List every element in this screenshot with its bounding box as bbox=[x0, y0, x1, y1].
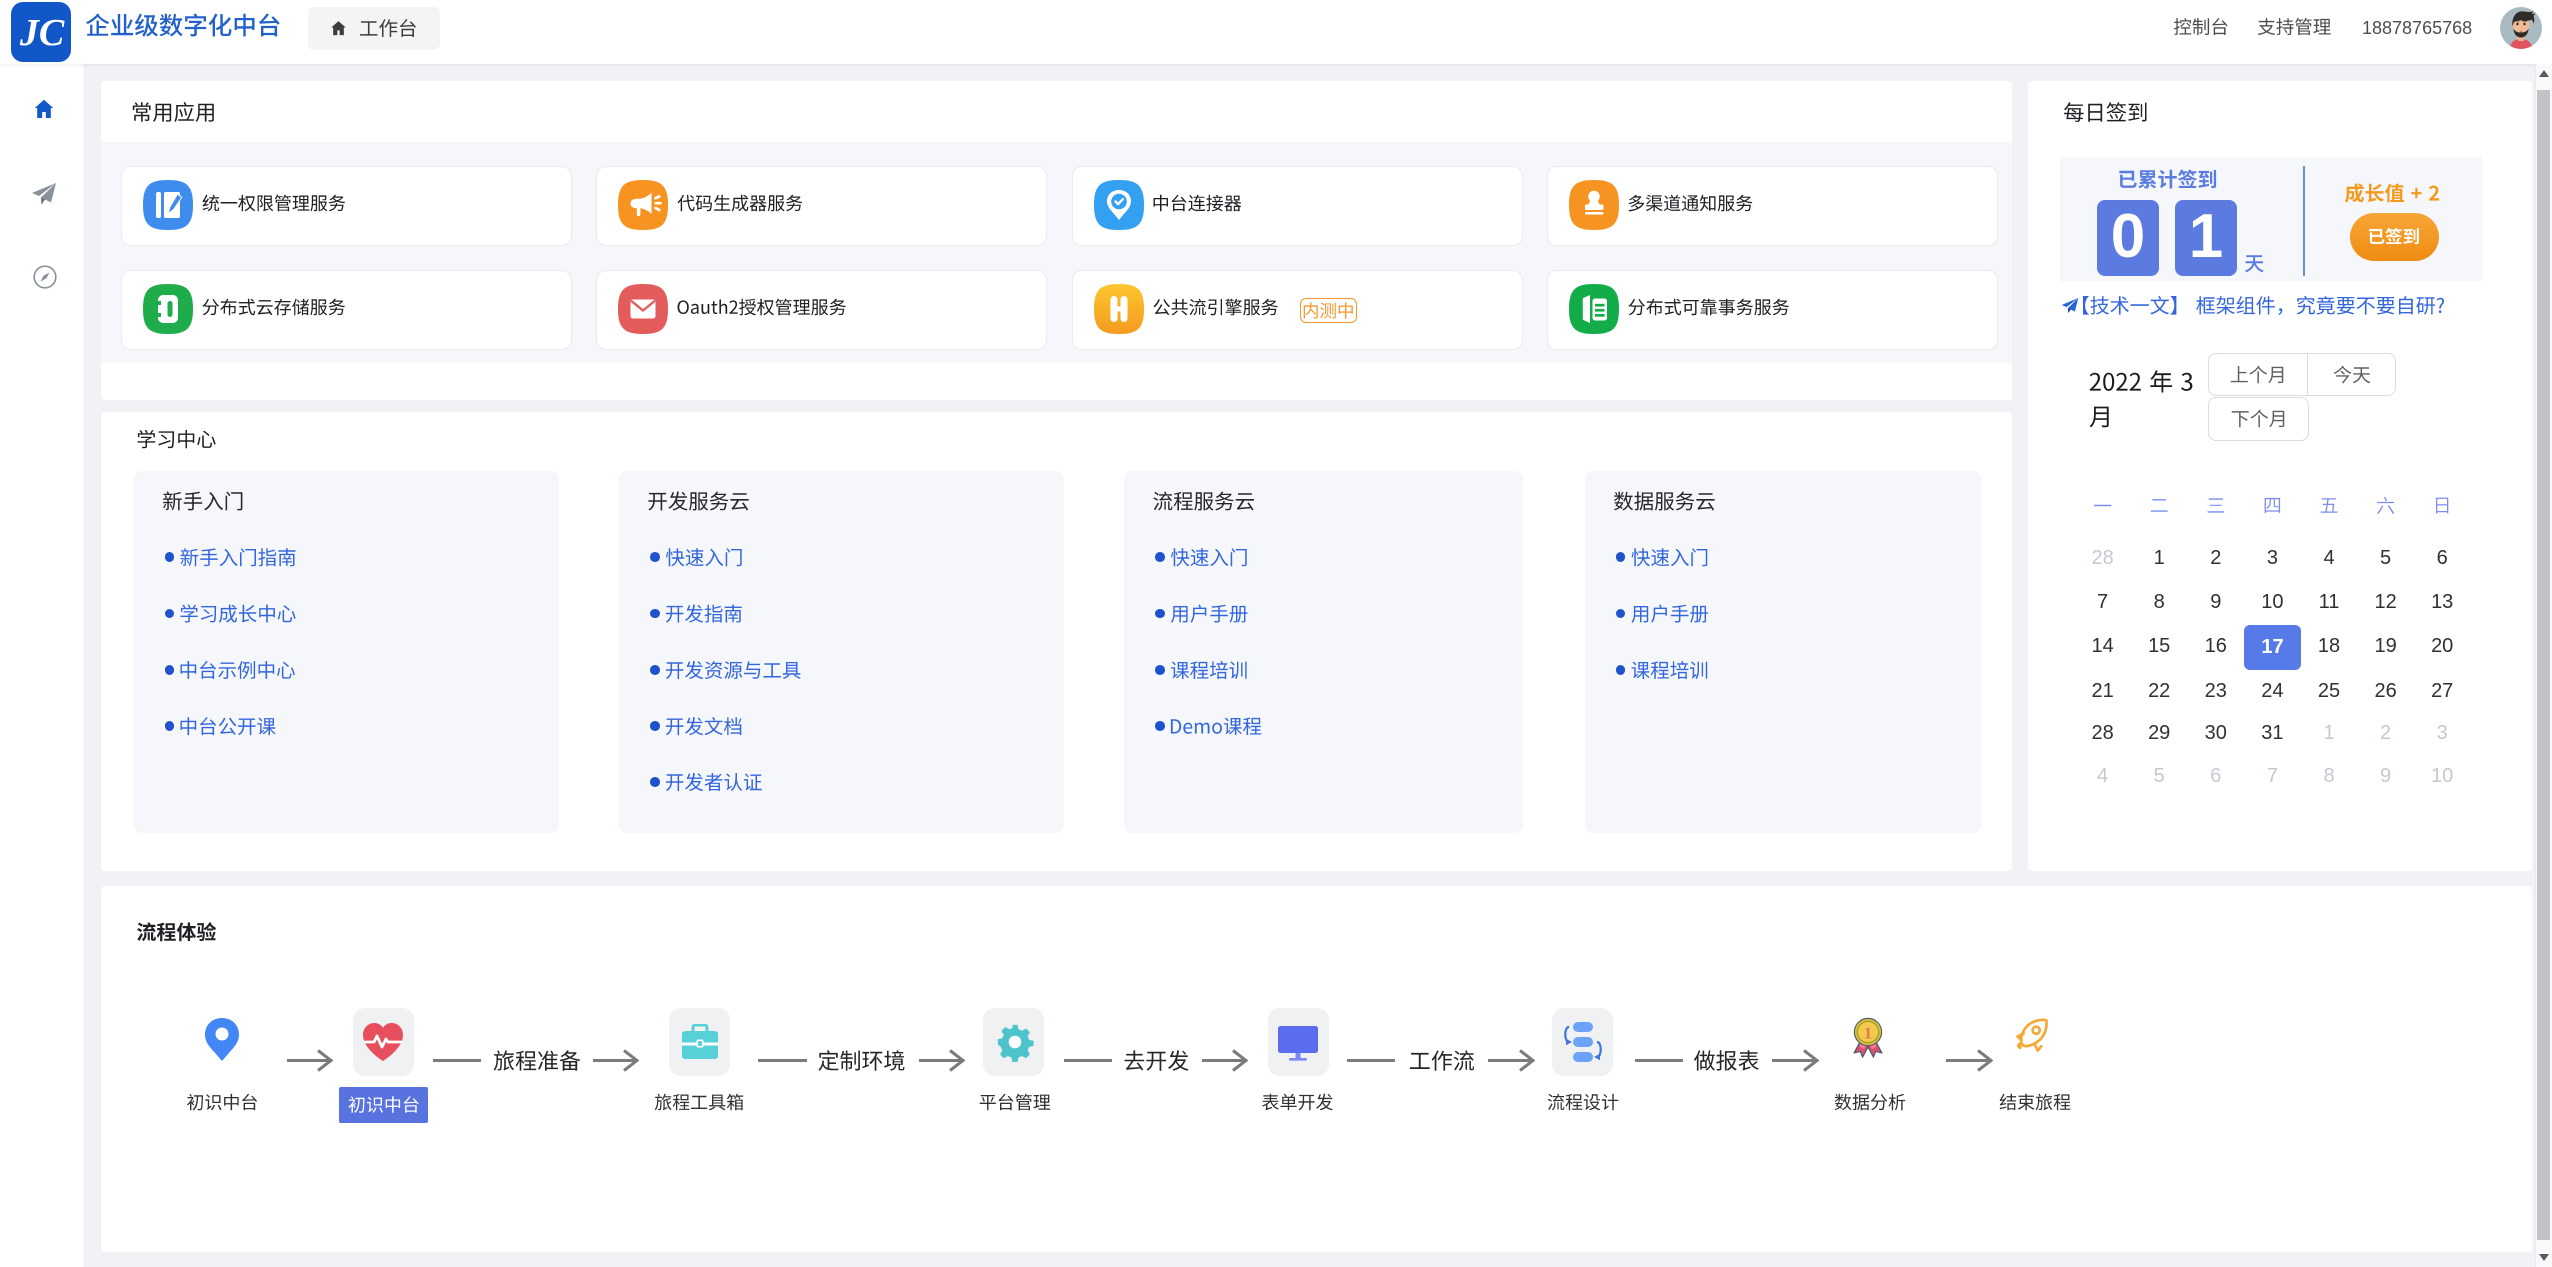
svg-text:1: 1 bbox=[1864, 1024, 1873, 1043]
svg-text:JC: JC bbox=[19, 12, 65, 54]
